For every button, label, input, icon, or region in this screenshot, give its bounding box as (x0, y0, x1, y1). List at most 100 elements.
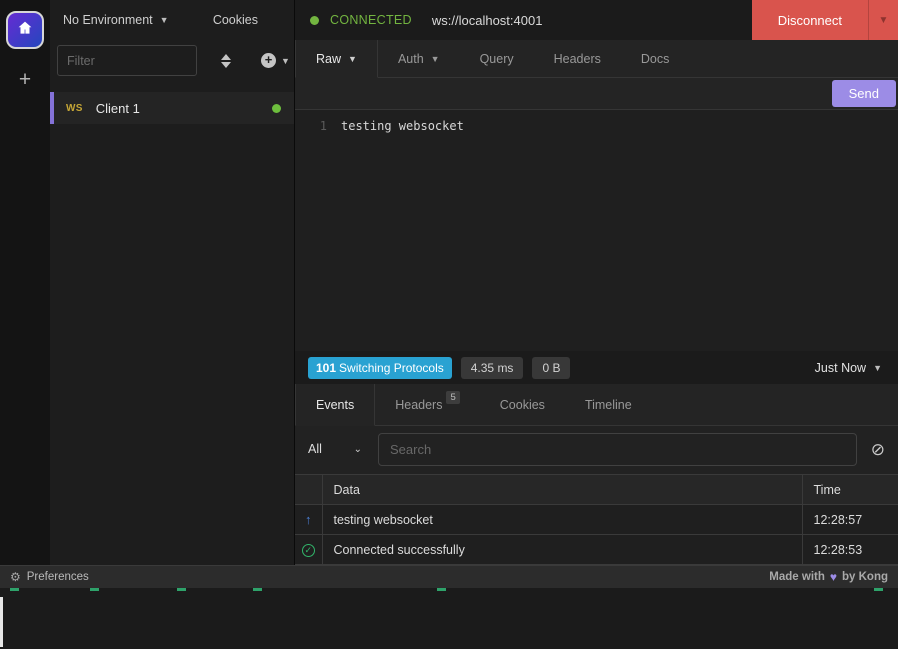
environment-selector[interactable]: No Environment ▼ (63, 13, 169, 27)
app-window: + No Environment ▼ Cookies + ▼ (0, 0, 898, 649)
home-icon (16, 19, 34, 42)
tab-label: Headers (395, 398, 442, 412)
sidebar: No Environment ▼ Cookies + ▼ WS Client 1 (50, 0, 295, 565)
clipped-terminal-text-fragment (177, 588, 186, 591)
create-request-button[interactable]: + ▼ (261, 53, 290, 68)
line-number: 1 (295, 119, 341, 351)
heart-icon: ♥ (830, 570, 837, 584)
data-column-header: Data (322, 475, 802, 505)
tab-response-headers[interactable]: Headers 5 (375, 384, 480, 425)
disconnect-button[interactable]: Disconnect (752, 0, 868, 40)
selected-filter: All (308, 442, 322, 456)
app-statusbar: ⚙ Preferences Made with ♥ by Kong (0, 565, 898, 588)
request-name: Client 1 (96, 101, 259, 116)
clipped-terminal-text-fragment (437, 588, 446, 591)
tab-headers[interactable]: Headers (534, 40, 621, 77)
message-sent-arrow-up-icon: ↑ (305, 512, 312, 527)
event-time: 12:28:57 (802, 505, 898, 535)
sidebar-filter-row: + ▼ (50, 40, 294, 81)
sort-up-icon (221, 54, 231, 60)
event-time: 12:28:53 (802, 535, 898, 565)
request-response-panel: CONNECTED ws://localhost:4001 Disconnect… (295, 0, 898, 565)
status-code: 101 (316, 361, 336, 375)
preferences-button[interactable]: ⚙ Preferences (10, 570, 89, 584)
connected-check-circle-icon: ✓ (302, 544, 315, 557)
tab-label: Events (316, 398, 354, 412)
tab-label: Raw (316, 52, 341, 66)
response-tabs: Events Headers 5 Cookies Timeline (295, 384, 898, 426)
environment-label: No Environment (63, 13, 153, 27)
kong-credit: Made with ♥ by Kong (769, 570, 888, 584)
tab-label: Cookies (500, 398, 545, 412)
send-button[interactable]: Send (832, 80, 896, 107)
tab-query[interactable]: Query (460, 40, 534, 77)
response-history-dropdown[interactable]: Just Now ▼ (815, 361, 886, 375)
clipped-terminal-text-fragment (10, 588, 19, 591)
preferences-label: Preferences (27, 571, 89, 583)
sidebar-item-client-1[interactable]: WS Client 1 (50, 92, 294, 124)
sidebar-header: No Environment ▼ Cookies (50, 0, 294, 40)
connected-dot-icon (272, 104, 281, 113)
tab-docs[interactable]: Docs (621, 40, 689, 77)
clear-events-icon[interactable]: ⊘ (871, 441, 885, 458)
send-row: Send (295, 78, 898, 110)
message-editor[interactable]: 1 testing websocket (295, 110, 898, 351)
events-table: Data Time ↑ testing websocket 12:28:57 ✓… (295, 474, 898, 565)
chevron-down-icon: ▼ (160, 15, 169, 25)
table-header-row: Data Time (295, 475, 898, 505)
filter-input[interactable] (57, 45, 197, 76)
new-project-button[interactable]: + (19, 69, 31, 90)
tab-cookies[interactable]: Cookies (480, 384, 565, 425)
chevron-down-icon: ⌄ (354, 444, 362, 455)
table-row[interactable]: ✓ Connected successfully 12:28:53 (295, 535, 898, 565)
activity-rail: + (0, 0, 50, 565)
tab-raw[interactable]: Raw ▼ (295, 40, 378, 78)
table-row[interactable]: ↑ testing websocket 12:28:57 (295, 505, 898, 535)
disconnect-dropdown-button[interactable]: ▼ (868, 0, 898, 40)
plus-circle-icon: + (261, 53, 276, 68)
tab-label: Docs (641, 52, 669, 66)
credit-suffix: by Kong (842, 571, 888, 583)
tab-label: Timeline (585, 398, 632, 412)
sort-button[interactable] (221, 54, 231, 68)
status-code-badge: 101Switching Protocols (308, 357, 452, 379)
plus-icon: + (19, 68, 31, 91)
main-content: + No Environment ▼ Cookies + ▼ (0, 0, 898, 565)
request-tabs: Raw ▼ Auth ▼ Query Headers Docs (295, 40, 898, 78)
status-reason: Switching Protocols (339, 361, 444, 375)
gear-icon: ⚙ (10, 570, 21, 584)
terminal-window[interactable]: connecting: 4d69cf14-e565-4501-9ddc-e885… (0, 588, 898, 649)
clipped-terminal-text-fragment (253, 588, 262, 591)
clipped-terminal-text-fragment (874, 588, 883, 591)
home-button[interactable] (6, 11, 44, 49)
chevron-down-icon: ▼ (431, 54, 440, 64)
icon-column-header (295, 475, 322, 505)
event-type-select[interactable]: All ⌄ (308, 442, 370, 456)
connection-status-dot-icon (310, 16, 319, 25)
time-column-header: Time (802, 475, 898, 505)
url-bar: CONNECTED ws://localhost:4001 Disconnect… (295, 0, 898, 40)
tab-timeline[interactable]: Timeline (565, 384, 652, 425)
chevron-down-icon: ▼ (281, 56, 290, 66)
websocket-url[interactable]: ws://localhost:4001 (432, 13, 543, 28)
history-label: Just Now (815, 361, 866, 375)
clipped-terminal-text-fragment (90, 588, 99, 591)
tab-label: Query (480, 52, 514, 66)
events-filter-row: All ⌄ ⊘ (295, 426, 898, 472)
tab-events[interactable]: Events (295, 384, 375, 426)
chevron-down-icon: ▼ (879, 15, 889, 26)
tab-label: Auth (398, 52, 424, 66)
tab-label: Headers (554, 52, 601, 66)
size-badge: 0 B (532, 357, 570, 379)
credit-prefix: Made with (769, 571, 825, 583)
duration-badge: 4.35 ms (461, 357, 524, 379)
terminal-left-edge (0, 597, 3, 647)
tab-auth[interactable]: Auth ▼ (378, 40, 460, 77)
connection-status-label: CONNECTED (330, 13, 412, 27)
chevron-down-icon: ▼ (873, 363, 882, 373)
cookies-button[interactable]: Cookies (213, 13, 258, 27)
search-input[interactable] (378, 433, 857, 466)
headers-count-badge: 5 (446, 391, 459, 404)
event-data: testing websocket (322, 505, 802, 535)
sort-down-icon (221, 62, 231, 68)
